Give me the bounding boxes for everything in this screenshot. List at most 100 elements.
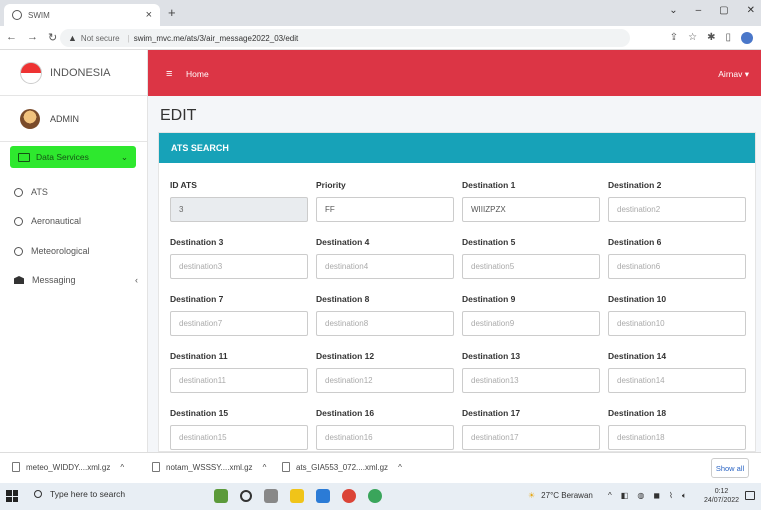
download-item[interactable]: meteo_WIDDY....xml.gz ^: [12, 462, 124, 472]
user-panel[interactable]: ADMIN: [0, 96, 147, 142]
taskbar-search[interactable]: Type here to search: [34, 489, 125, 499]
field-input[interactable]: destination12: [316, 368, 454, 393]
tray-app-icon[interactable]: ◧: [621, 491, 629, 501]
chevron-up-icon[interactable]: ^: [120, 463, 124, 472]
file-icon: [152, 462, 160, 472]
download-filename: ats_GIA553_072....xml.gz: [296, 462, 389, 472]
chrome-icon[interactable]: [342, 489, 356, 503]
new-tab-button[interactable]: +: [168, 5, 176, 20]
forward-icon[interactable]: →: [27, 31, 38, 44]
windows-start-icon[interactable]: [6, 490, 18, 502]
field-input[interactable]: destination3: [170, 254, 308, 279]
sidebar: INDONESIA ADMIN Data Services ⌄ ATS Aero…: [0, 50, 148, 452]
nav-buttons: ← → ↻: [6, 31, 57, 44]
close-tab-icon[interactable]: ×: [146, 9, 152, 21]
url-text: swim_mvc.me/ats/3/air_message2022_03/edi…: [133, 33, 299, 43]
hamburger-menu-icon[interactable]: ≡: [166, 68, 172, 80]
field-input[interactable]: destination14: [608, 368, 746, 393]
field-input[interactable]: destination8: [316, 311, 454, 336]
field-label: Destination 14: [608, 351, 667, 361]
sidebar-item-label: Aeronautical: [31, 216, 82, 226]
sidebar-item-label: Messaging: [32, 275, 76, 285]
app-icon[interactable]: [368, 489, 382, 503]
field-input[interactable]: destination6: [608, 254, 746, 279]
sidebar-item-ats[interactable]: ATS: [0, 178, 148, 206]
extensions-icon[interactable]: ✱: [707, 32, 715, 44]
show-all-button[interactable]: Show all: [711, 458, 749, 478]
field-input[interactable]: destination16: [316, 425, 454, 450]
top-navbar: ≡ Home Airnav ▾: [148, 50, 761, 96]
field-label: Destination 11: [170, 351, 228, 361]
field-input[interactable]: destination2: [608, 197, 746, 222]
minimize-icon[interactable]: –: [696, 5, 702, 16]
notification-icon[interactable]: [745, 491, 755, 500]
download-item[interactable]: notam_WSSSY....xml.gz ^: [152, 462, 266, 472]
network-icon[interactable]: ⌇: [669, 491, 673, 501]
ats-search-card: ATS SEARCH ID ATS 3 Priority FF Destination …: [158, 132, 756, 452]
field-input[interactable]: WIIIZPZX: [462, 197, 600, 222]
weather-text: 27°C Berawan: [541, 491, 593, 500]
sidebar-item-label: Meteorological: [31, 246, 90, 256]
mail-icon[interactable]: [316, 489, 330, 503]
field-input[interactable]: destination4: [316, 254, 454, 279]
field-input[interactable]: destination11: [170, 368, 308, 393]
field-label: Destination 17: [462, 408, 521, 418]
sidebar-item-label: Data Services: [36, 152, 89, 162]
warning-icon[interactable]: ▲: [68, 33, 77, 43]
field-label: Destination 9: [462, 294, 516, 304]
chevron-up-icon[interactable]: ^: [608, 491, 612, 501]
file-explorer-icon[interactable]: [290, 489, 304, 503]
field-label: Destination 12: [316, 351, 375, 361]
globe-icon: [12, 10, 22, 20]
user-menu-dropdown[interactable]: Airnav ▾: [718, 69, 749, 80]
cortana-icon[interactable]: [240, 490, 252, 502]
url-field[interactable]: ▲ Not secure | swim_mvc.me/ats/3/air_mes…: [60, 29, 630, 47]
share-icon[interactable]: ⇪: [670, 32, 678, 44]
date-text: 24/07/2022: [704, 497, 740, 504]
download-item[interactable]: ats_GIA553_072....xml.gz ^: [282, 462, 402, 472]
reload-icon[interactable]: ↻: [48, 31, 57, 44]
sidebar-item-meteorological[interactable]: Meteorological: [0, 236, 148, 266]
close-window-icon[interactable]: ✕: [747, 5, 755, 16]
tab-search-icon[interactable]: ⌄: [669, 5, 677, 16]
back-icon[interactable]: ←: [6, 31, 17, 44]
maximize-icon[interactable]: ▢: [719, 5, 728, 16]
field-label: Destination 7: [170, 294, 224, 304]
weather-widget[interactable]: ☀ 27°C Berawan: [528, 491, 593, 500]
field-input[interactable]: destination17: [462, 425, 600, 450]
nav-home-link[interactable]: Home: [186, 69, 209, 79]
tray-app-icon[interactable]: ◼: [653, 491, 660, 501]
field-input[interactable]: FF: [316, 197, 454, 222]
chevron-up-icon[interactable]: ^: [398, 463, 402, 472]
brand[interactable]: INDONESIA: [0, 50, 147, 96]
sidebar-item-data-services[interactable]: Data Services ⌄: [10, 146, 136, 168]
clock[interactable]: 0:12 24/07/2022: [704, 487, 739, 505]
field-input[interactable]: destination9: [462, 311, 600, 336]
chevron-up-icon[interactable]: ^: [263, 463, 267, 472]
avatar: [20, 108, 40, 129]
sidebar-item-aeronautical[interactable]: Aeronautical: [0, 206, 148, 236]
field-input[interactable]: destination10: [608, 311, 746, 336]
field-input[interactable]: destination18: [608, 425, 746, 450]
field-label: Destination 4: [316, 237, 370, 247]
file-icon: [282, 462, 290, 472]
widgets-icon[interactable]: [214, 489, 228, 503]
sidebar-item-messaging[interactable]: Messaging ‹: [0, 266, 148, 294]
downloads-bar: meteo_WIDDY....xml.gz ^ notam_WSSSY....x…: [0, 452, 761, 483]
tray-app-icon[interactable]: ◍: [637, 491, 644, 501]
field-input[interactable]: destination15: [170, 425, 308, 450]
time-text: 0:12: [714, 488, 729, 495]
field-input[interactable]: destination7: [170, 311, 308, 336]
volume-icon[interactable]: 🔈︎: [682, 491, 687, 501]
chevron-left-icon: ‹: [135, 275, 138, 285]
field-input[interactable]: destination13: [462, 368, 600, 393]
sidepanel-icon[interactable]: ▯: [725, 32, 731, 44]
field-input[interactable]: destination5: [462, 254, 600, 279]
task-view-icon[interactable]: [264, 489, 278, 503]
browser-toolbar-icons: ⇪ ☆ ✱ ▯: [670, 32, 753, 44]
url-separator: |: [127, 33, 130, 43]
profile-avatar[interactable]: [741, 32, 753, 44]
star-icon[interactable]: ☆: [688, 32, 697, 44]
browser-tab[interactable]: SWIM ×: [4, 4, 160, 26]
field-label: Destination 10: [608, 294, 667, 304]
